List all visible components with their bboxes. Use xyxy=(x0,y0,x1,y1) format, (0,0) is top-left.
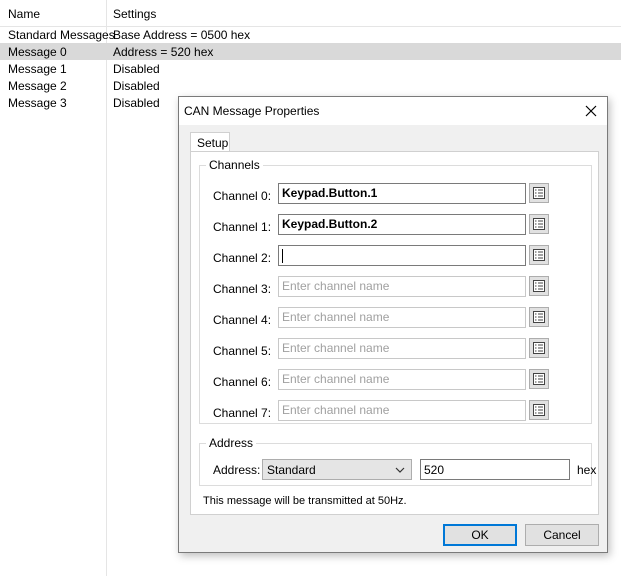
column-header-settings[interactable]: Settings xyxy=(113,7,156,21)
setup-panel: Channels Channel 0: Keypad.Button.1 Chan… xyxy=(190,151,599,515)
channel-3-input[interactable]: Enter channel name xyxy=(278,276,526,297)
list-icon xyxy=(533,187,545,199)
tab-setup-label: Setup xyxy=(197,136,229,150)
column-header-name[interactable]: Name xyxy=(8,7,40,21)
channel-6-label: Channel 6: xyxy=(213,375,272,389)
list-icon xyxy=(533,218,545,230)
channel-5-browse-button[interactable] xyxy=(529,338,549,358)
channel-3-browse-button[interactable] xyxy=(529,276,549,296)
channel-5-input[interactable]: Enter channel name xyxy=(278,338,526,359)
list-row[interactable]: Message 1 Disabled xyxy=(0,60,621,77)
address-value: 520 xyxy=(424,463,445,477)
row-name: Message 2 xyxy=(8,79,67,93)
ok-button[interactable]: OK xyxy=(443,524,517,546)
cancel-button[interactable]: Cancel xyxy=(525,524,599,546)
channel-6-input[interactable]: Enter channel name xyxy=(278,369,526,390)
close-button[interactable] xyxy=(581,101,601,121)
tab-setup[interactable]: Setup xyxy=(190,132,230,152)
channel-1-label: Channel 1: xyxy=(213,220,272,234)
row-name: Message 1 xyxy=(8,62,67,76)
channel-2-browse-button[interactable] xyxy=(529,245,549,265)
transmit-info-text: This message will be transmitted at 50Hz… xyxy=(203,495,407,507)
list-icon xyxy=(533,280,545,292)
channel-4-browse-button[interactable] xyxy=(529,307,549,327)
channel-1-input[interactable]: Keypad.Button.2 xyxy=(278,214,526,235)
row-settings: Disabled xyxy=(113,96,160,110)
channel-6-browse-button[interactable] xyxy=(529,369,549,389)
address-group: Address Address: Standard 520 hex xyxy=(199,436,596,486)
address-unit-label: hex xyxy=(577,463,597,477)
address-label: Address: xyxy=(213,463,261,477)
address-mode-value: Standard xyxy=(267,463,316,477)
address-value-input[interactable]: 520 xyxy=(420,459,570,480)
row-settings: Address = 520 hex xyxy=(113,45,214,59)
list-header: Name Settings xyxy=(0,0,621,27)
channel-7-label: Channel 7: xyxy=(213,406,272,420)
row-settings: Disabled xyxy=(113,79,160,93)
list-row[interactable]: Message 2 Disabled xyxy=(0,77,621,94)
channel-0-label: Channel 0: xyxy=(213,189,272,203)
channel-2-label: Channel 2: xyxy=(213,251,272,265)
list-icon xyxy=(533,342,545,354)
list-row[interactable]: Standard Messages Base Address = 0500 he… xyxy=(0,26,621,43)
row-name: Standard Messages xyxy=(8,28,115,42)
row-name: Message 3 xyxy=(8,96,67,110)
can-message-properties-dialog: CAN Message Properties Setup Channels Ch… xyxy=(178,96,608,553)
channel-7-browse-button[interactable] xyxy=(529,400,549,420)
channel-1-browse-button[interactable] xyxy=(529,214,549,234)
list-icon xyxy=(533,311,545,323)
channel-5-label: Channel 5: xyxy=(213,344,272,358)
text-caret xyxy=(282,248,283,263)
list-icon xyxy=(533,373,545,385)
channel-4-input[interactable]: Enter channel name xyxy=(278,307,526,328)
list-icon xyxy=(533,249,545,261)
dialog-titlebar[interactable]: CAN Message Properties xyxy=(179,97,607,125)
channels-group-label: Channels xyxy=(206,158,263,172)
channels-group: Channels Channel 0: Keypad.Button.1 Chan… xyxy=(199,158,592,424)
chevron-down-icon xyxy=(395,467,405,473)
list-row-selected[interactable]: Message 0 Address = 520 hex xyxy=(0,43,621,60)
row-name: Message 0 xyxy=(8,45,67,59)
channel-4-label: Channel 4: xyxy=(213,313,272,327)
row-settings: Base Address = 0500 hex xyxy=(113,28,251,42)
address-group-label: Address xyxy=(206,436,257,450)
address-mode-select[interactable]: Standard xyxy=(262,459,412,480)
close-icon xyxy=(585,105,597,117)
list-icon xyxy=(533,404,545,416)
channel-0-input[interactable]: Keypad.Button.1 xyxy=(278,183,526,204)
channel-7-input[interactable]: Enter channel name xyxy=(278,400,526,421)
dialog-title: CAN Message Properties xyxy=(184,104,320,118)
channel-3-label: Channel 3: xyxy=(213,282,272,296)
channel-0-browse-button[interactable] xyxy=(529,183,549,203)
row-settings: Disabled xyxy=(113,62,160,76)
channel-2-input[interactable] xyxy=(278,245,526,266)
